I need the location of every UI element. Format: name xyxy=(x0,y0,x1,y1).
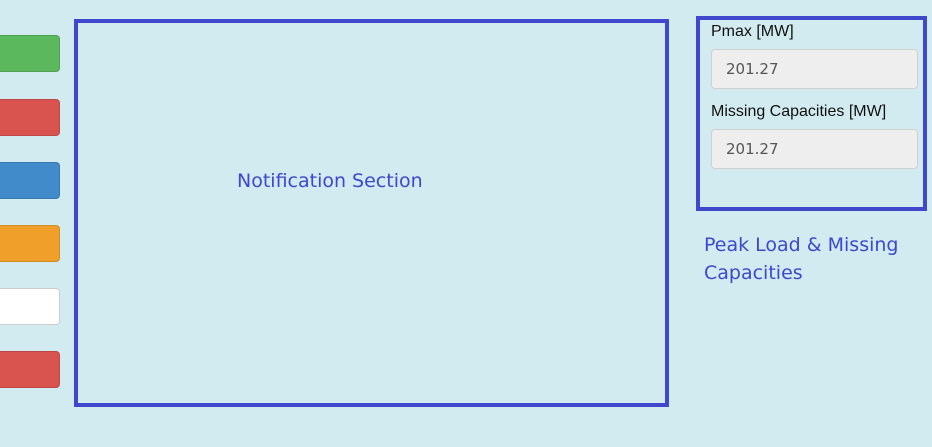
red-button[interactable] xyxy=(0,99,60,136)
white-button[interactable] xyxy=(0,288,60,325)
pmax-input[interactable] xyxy=(711,49,918,89)
missing-capacities-input[interactable] xyxy=(711,129,918,169)
peak-load-label: Peak Load & Missing Capacities xyxy=(704,234,899,284)
pmax-label: Pmax [MW] xyxy=(711,23,794,40)
red-button-2[interactable] xyxy=(0,351,60,388)
green-button[interactable] xyxy=(0,35,60,72)
orange-button[interactable] xyxy=(0,225,60,262)
notification-section-outline xyxy=(74,19,669,407)
notification-section-label: Notification Section xyxy=(237,170,423,192)
missing-capacities-label: Missing Capacities [MW] xyxy=(711,103,887,120)
blue-button[interactable] xyxy=(0,162,60,199)
